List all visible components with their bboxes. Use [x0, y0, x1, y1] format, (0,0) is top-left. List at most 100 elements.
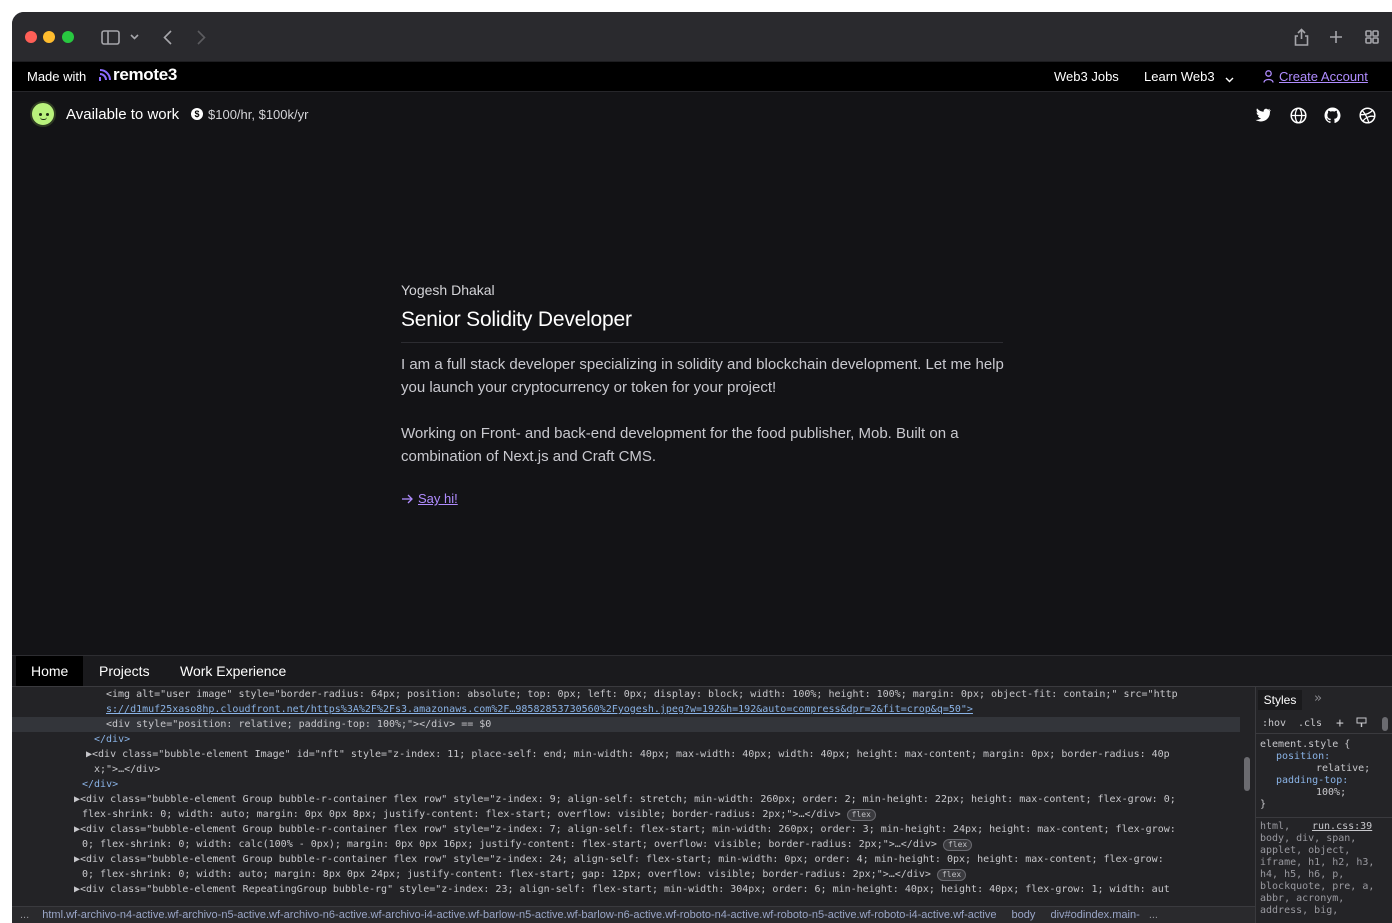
dom-node-text: 0; flex-shrink: 0; width: auto; margin: … — [82, 869, 931, 880]
inherited-selector-list: body, div, span, applet, object, iframe,… — [1260, 833, 1375, 916]
arrow-right-icon — [402, 494, 413, 503]
more-tabs-icon[interactable]: » — [1314, 691, 1322, 706]
dom-node-text: ▶<div class="bubble-element Image" id="n… — [86, 749, 1170, 760]
inherited-selector: html, — [1260, 821, 1291, 832]
rule-value[interactable]: 100%; — [1260, 787, 1370, 799]
close-window-button[interactable] — [25, 31, 37, 43]
remote3-logo-icon — [99, 69, 111, 81]
minimize-window-button[interactable] — [43, 31, 55, 43]
back-icon[interactable] — [160, 26, 174, 48]
globe-icon[interactable] — [1288, 105, 1308, 125]
create-account-link[interactable]: Create Account — [1279, 69, 1368, 84]
dom-node-text: </div> — [94, 734, 131, 745]
dom-node[interactable]: </div> — [82, 777, 1255, 792]
bio-paragraph: Working on Front- and back-end developme… — [401, 425, 959, 465]
zoom-window-button[interactable] — [62, 31, 74, 43]
say-hi-link[interactable]: Say hi! — [401, 491, 1005, 506]
dom-node[interactable]: </div> — [94, 732, 1255, 747]
styles-tab[interactable]: Styles — [1258, 690, 1302, 710]
twitter-icon[interactable] — [1253, 105, 1273, 125]
flex-badge[interactable]: flex — [936, 869, 967, 881]
dom-node-text: </div> — [82, 779, 119, 790]
brand-name: remote3 — [113, 65, 178, 84]
profile-section: Yogesh Dhakal Senior Solidity Developer … — [401, 282, 1005, 506]
cls-toggle[interactable]: .cls — [1298, 718, 1322, 729]
avatar — [30, 101, 56, 127]
tab-home[interactable]: Home — [16, 656, 84, 686]
dom-node-selected[interactable]: <div style="position: relative; padding-… — [12, 717, 1240, 732]
forward-icon[interactable] — [194, 26, 208, 48]
dom-node[interactable]: 0; flex-shrink: 0; width: auto; margin: … — [82, 867, 1255, 882]
dom-node[interactable]: ▶<div class="bubble-element Group bubble… — [74, 792, 1255, 807]
styles-pane: Styles » :hov .cls + element.style { pos… — [1255, 687, 1392, 923]
rule-selector: element.style { — [1260, 739, 1351, 750]
avatar-mouth — [40, 117, 47, 120]
dom-node-text: s://d1muf25xaso8hp.cloudfront.net/https%… — [106, 704, 973, 715]
dom-node[interactable]: x;">…</div> — [94, 762, 1255, 777]
divider — [401, 342, 1003, 343]
dom-node[interactable]: ▶<div class="bubble-element Group bubble… — [74, 852, 1255, 867]
availability-status: Available to work — [66, 106, 180, 123]
dom-node-text: 0; flex-shrink: 0; width: calc(100% - 0p… — [82, 839, 937, 850]
breadcrumb-html[interactable]: html.wf-archivo-n4-active.wf-archivo-n5-… — [32, 909, 996, 921]
availability-bar: Available to work $ $100/hr, $100k/yr — [12, 92, 1392, 138]
add-rule-icon[interactable]: + — [1336, 716, 1344, 731]
dom-node[interactable]: s://d1muf25xaso8hp.cloudfront.net/https%… — [106, 702, 1255, 717]
browser-toolbar — [12, 12, 1392, 62]
chevron-down-icon[interactable] — [129, 26, 139, 48]
profile-name: Yogesh Dhakal — [401, 282, 495, 298]
rule-property[interactable]: position: — [1260, 751, 1370, 763]
rule-value[interactable]: relative; — [1260, 763, 1370, 775]
breadcrumb-ellipsis[interactable]: ... — [12, 909, 29, 921]
nav-web3-jobs[interactable]: Web3 Jobs — [1054, 69, 1119, 84]
dom-node[interactable]: flex-shrink: 0; width: auto; margin: 0px… — [82, 807, 1255, 822]
remote3-logo[interactable]: remote3 — [98, 65, 177, 85]
dom-node[interactable]: ▶<div class="bubble-element Image" id="n… — [86, 747, 1255, 762]
github-icon[interactable] — [1322, 105, 1342, 125]
paint-icon[interactable] — [1356, 717, 1367, 731]
user-icon — [1263, 70, 1274, 86]
styles-filter-bar: :hov .cls + — [1256, 714, 1392, 734]
tab-overview-icon[interactable] — [1364, 26, 1380, 48]
dom-node[interactable]: <img alt="user image" style="border-radi… — [106, 687, 1255, 702]
dom-scrollbar[interactable] — [1244, 757, 1250, 791]
dom-node-text: ▶<div class="bubble-element Group bubble… — [74, 794, 1176, 805]
dom-node[interactable]: ▶<div class="bubble-element Group bubble… — [74, 822, 1255, 837]
dribbble-icon[interactable] — [1357, 105, 1377, 125]
inherited-source-link[interactable]: run.css:39 — [1312, 821, 1372, 833]
nav-learn-web3[interactable]: Learn Web3 — [1144, 69, 1215, 84]
new-tab-icon[interactable] — [1328, 26, 1344, 48]
breadcrumb-ellipsis[interactable]: ... — [1143, 909, 1158, 921]
dom-node[interactable]: 0; flex-shrink: 0; width: calc(100% - 0p… — [82, 837, 1255, 852]
flex-badge[interactable]: flex — [846, 809, 876, 821]
devtools-panel: <img alt="user image" style="border-radi… — [12, 686, 1392, 923]
profile-title: Senior Solidity Developer — [401, 308, 632, 331]
site-header: Made with remote3 Web3 Jobs Learn Web3 C… — [12, 62, 1392, 92]
element-style-rule: element.style { position: relative; padd… — [1260, 739, 1370, 811]
dom-node-text: ▶<div class="bubble-element RepeatingGro… — [74, 884, 1170, 895]
tab-work-experience[interactable]: Work Experience — [165, 656, 301, 686]
hov-toggle[interactable]: :hov — [1262, 718, 1286, 729]
made-with-label: Made with — [27, 69, 87, 84]
breadcrumb-div[interactable]: div#odindex.main- — [1038, 909, 1139, 921]
page-tab-bar: Home Projects Work Experience — [12, 655, 1392, 686]
sidebar-toggle-icon[interactable] — [100, 26, 120, 48]
breadcrumb-body[interactable]: body — [1000, 909, 1036, 921]
dom-node-text: flex-shrink: 0; width: auto; margin: 0px… — [82, 809, 841, 820]
dom-node[interactable]: ▶<div class="bubble-element RepeatingGro… — [74, 882, 1255, 897]
divider — [1256, 817, 1392, 818]
dom-node-text: ▶<div class="bubble-element Group bubble… — [74, 824, 1176, 835]
styles-scrollbar[interactable] — [1382, 717, 1388, 731]
chevron-down-icon[interactable] — [1225, 71, 1234, 86]
say-hi-label: Say hi! — [418, 491, 458, 506]
dom-node-text: x;">…</div> — [94, 764, 161, 775]
rule-property[interactable]: padding-top: — [1260, 775, 1370, 787]
browser-window: Made with remote3 Web3 Jobs Learn Web3 C… — [12, 12, 1392, 923]
flex-badge[interactable]: flex — [942, 839, 973, 851]
inherited-rule: html, run.css:39 body, div, span, applet… — [1260, 821, 1390, 917]
share-icon[interactable] — [1292, 26, 1310, 48]
bio-paragraph: I am a full stack developer specializing… — [401, 356, 1004, 396]
tab-projects[interactable]: Projects — [84, 656, 165, 686]
devtools-breadcrumb: ... html.wf-archivo-n4-active.wf-archivo… — [12, 906, 1255, 923]
rate-text: $100/hr, $100k/yr — [208, 107, 309, 122]
